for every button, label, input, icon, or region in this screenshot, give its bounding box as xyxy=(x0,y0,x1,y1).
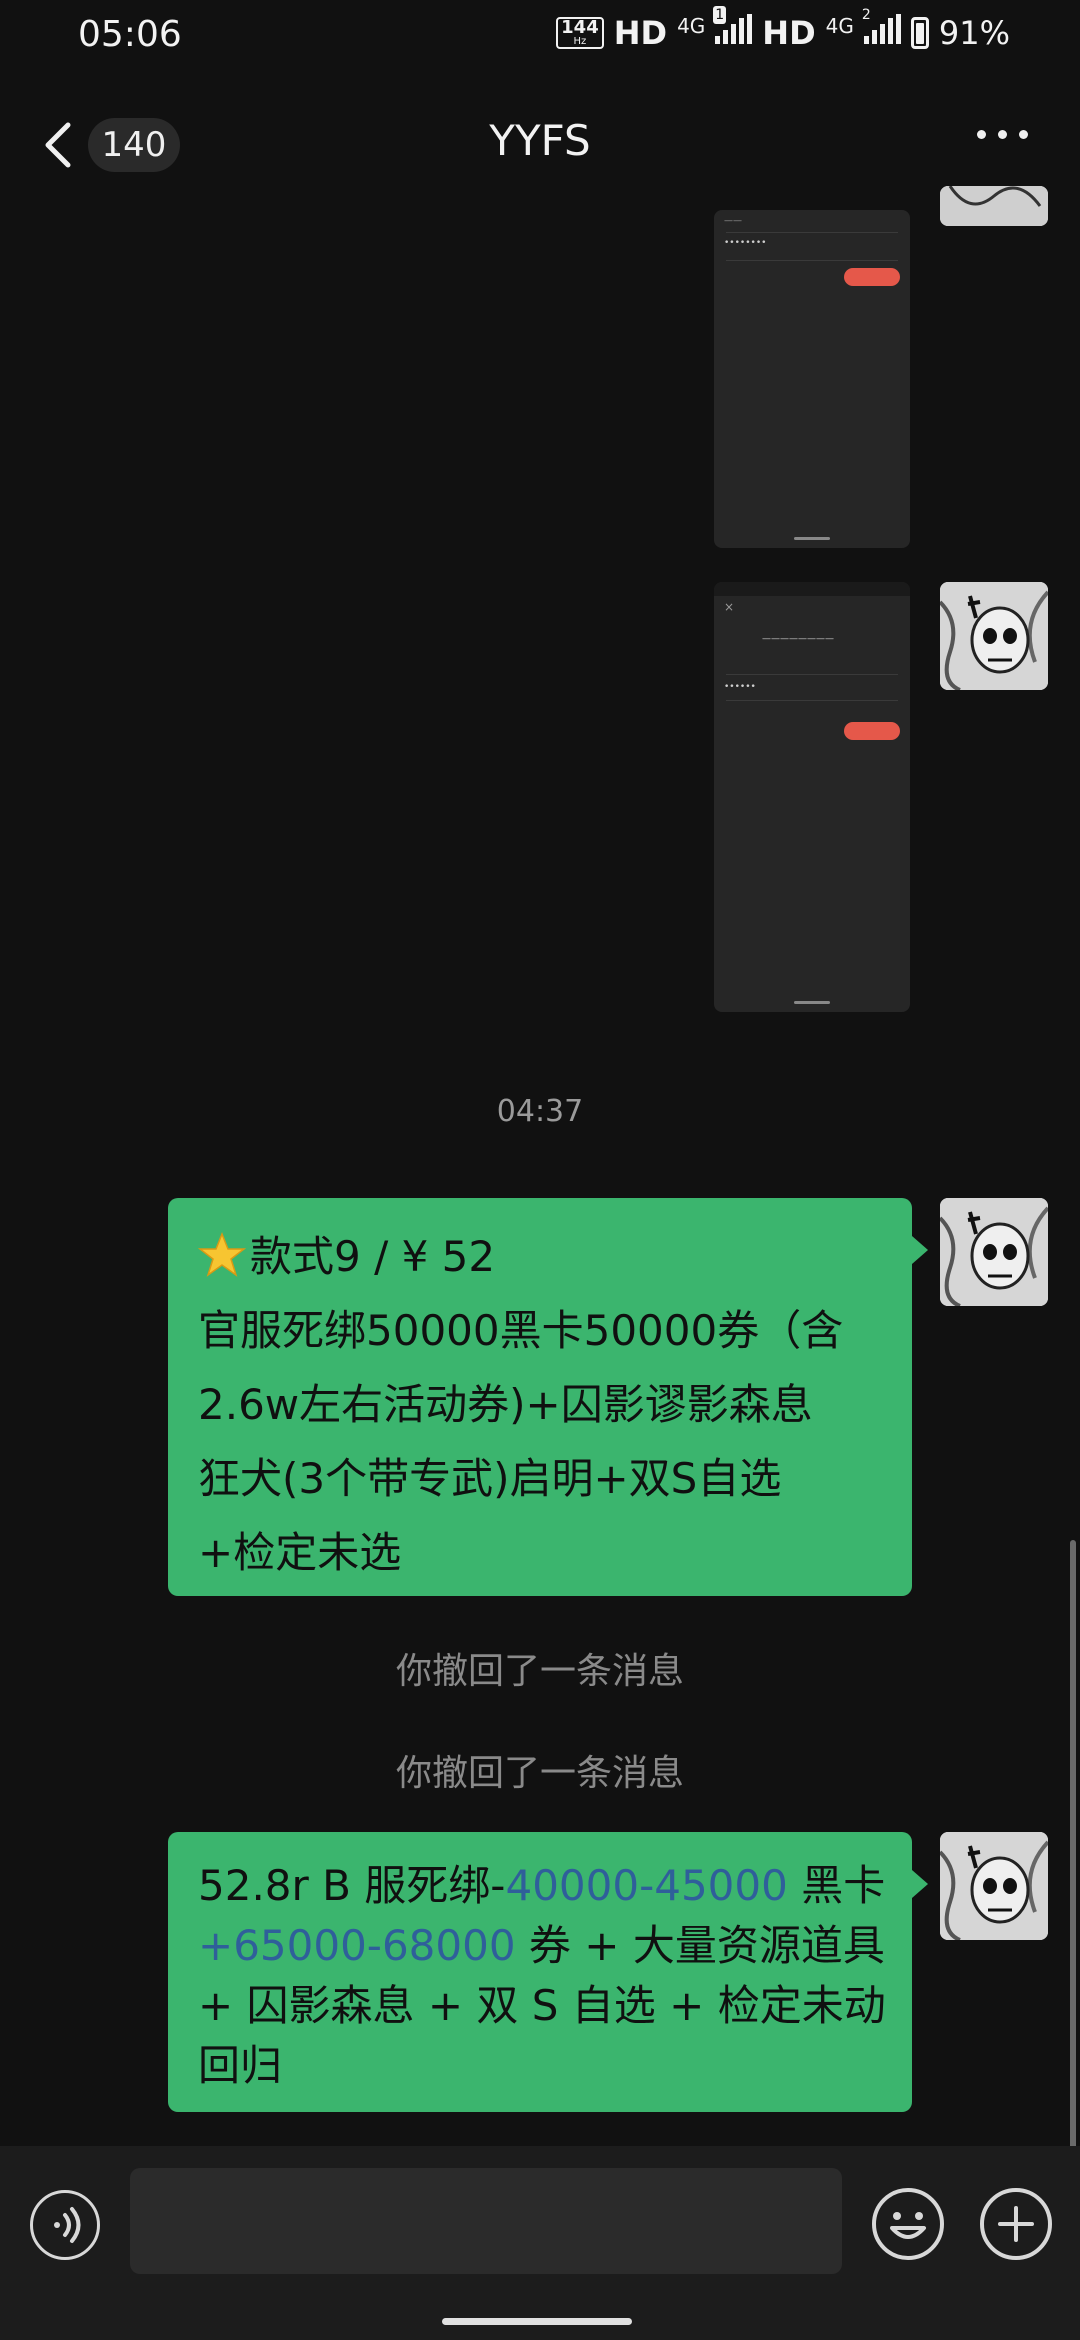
hd-label-1: HD xyxy=(613,14,668,52)
battery-charging-icon xyxy=(910,17,929,49)
recall-notice: 你撤回了一条消息 xyxy=(395,1651,684,1692)
message-input[interactable] xyxy=(130,2168,842,2274)
signal-bars-icon-1: 1 xyxy=(713,6,753,52)
message-line: 狂犬(3个带专武)启明+双S自选 xyxy=(198,1454,782,1503)
message-text: 52.8r B 服死绑- xyxy=(198,1861,506,1910)
add-attachment-icon[interactable] xyxy=(978,2186,1054,2262)
message-text: 黑卡 xyxy=(787,1861,886,1910)
network-4g-1: 4G xyxy=(677,14,706,38)
message-line: 官服死绑50000黑卡50000券（含 xyxy=(198,1306,844,1355)
hd-label-2: HD xyxy=(762,14,816,52)
emoji-icon[interactable] xyxy=(870,2186,946,2262)
message-line: 款式9 / ¥ 52 xyxy=(250,1232,496,1281)
avatar[interactable] xyxy=(940,582,1048,690)
message-line: + 囚影森息 + 双 S 自选 + 检定未动 xyxy=(198,1981,886,2030)
phone-number-link[interactable]: 40000-45000 xyxy=(505,1861,787,1910)
scrollbar[interactable] xyxy=(1070,1540,1076,2150)
text-message-bubble[interactable]: 款式9 / ¥ 52 官服死绑50000黑卡50000券（含 2.6w左右活动券… xyxy=(168,1198,928,1596)
text-message-bubble[interactable]: 52.8r B 服死绑-40000-45000 黑卡 +65000-68000 … xyxy=(168,1832,928,2112)
voice-input-icon[interactable] xyxy=(30,2190,100,2260)
star-icon xyxy=(198,1231,246,1277)
phone-number-link[interactable]: +65000-68000 xyxy=(198,1921,516,1970)
image-message[interactable]: —— •••••••• xyxy=(714,210,910,548)
avatar[interactable] xyxy=(940,1832,1048,1940)
network-4g-2: 4G xyxy=(825,14,854,38)
message-line: 2.6w左右活动券)+囚影谬影森息 xyxy=(198,1380,813,1429)
chat-title: YYFS xyxy=(489,116,591,165)
message-line: 回归 xyxy=(198,2041,283,2090)
message-text: 券 + 大量资源道具 xyxy=(515,1921,885,1970)
refresh-rate-icon: 144 Hz xyxy=(556,17,604,49)
home-indicator[interactable] xyxy=(442,2318,632,2325)
battery-level: 91% xyxy=(938,14,1010,52)
avatar[interactable] xyxy=(940,186,1048,226)
message-timestamp: 04:37 xyxy=(496,1094,584,1129)
status-icons: 144 Hz HD 4G 1 HD 4G 2 91% xyxy=(556,6,1010,52)
recall-notice: 你撤回了一条消息 xyxy=(395,1753,684,1794)
status-time: 05:06 xyxy=(78,14,182,55)
image-message[interactable]: × ———————— •••••• xyxy=(714,582,910,1012)
more-options-icon[interactable] xyxy=(977,130,1028,139)
avatar[interactable] xyxy=(940,1198,1048,1306)
message-line: +检定未选 xyxy=(198,1528,402,1577)
signal-bars-icon-2: 2 xyxy=(862,7,901,52)
